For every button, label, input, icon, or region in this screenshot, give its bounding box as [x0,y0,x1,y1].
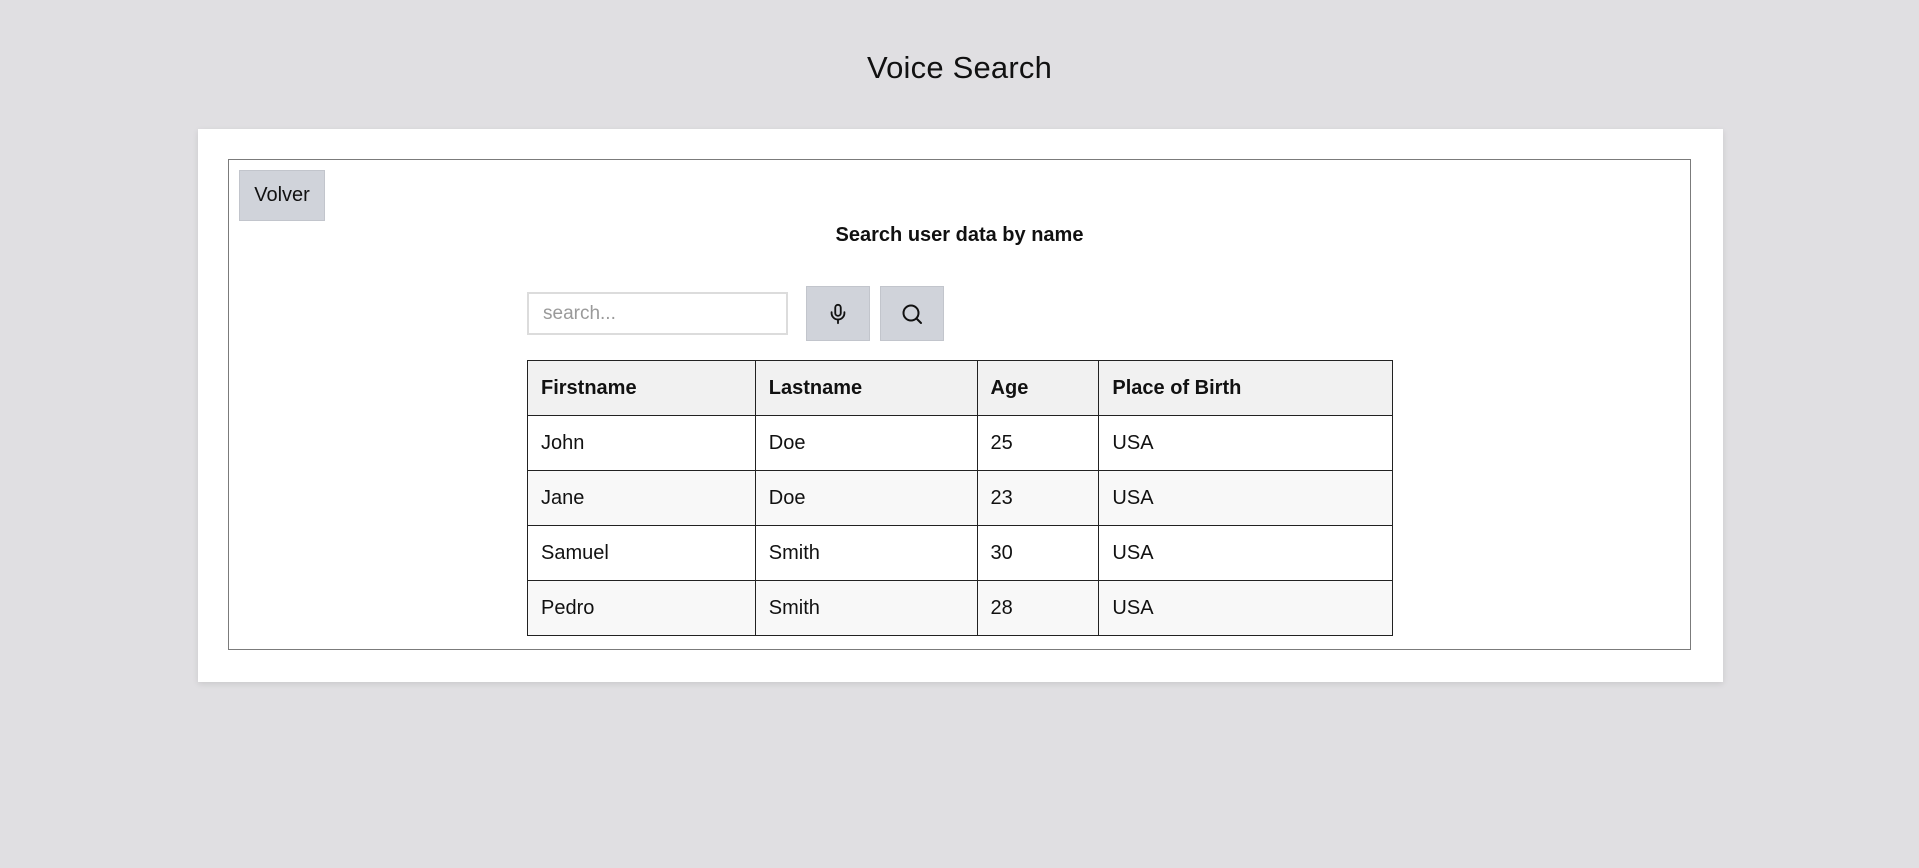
cell-place-of-birth: USA [1098,580,1393,636]
cell-place-of-birth: USA [1098,415,1393,471]
cell-age: 25 [976,415,1100,471]
table-row: Samuel Smith 30 USA [527,525,1393,581]
search-button[interactable] [880,286,944,341]
column-header-place-of-birth: Place of Birth [1098,360,1393,416]
back-button[interactable]: Volver [239,170,325,221]
table-row: John Doe 25 USA [527,415,1393,471]
cell-firstname: John [527,415,756,471]
cell-place-of-birth: USA [1098,525,1393,581]
cell-place-of-birth: USA [1098,470,1393,526]
cell-lastname: Smith [754,525,978,581]
column-header-age: Age [976,360,1100,416]
voice-search-button[interactable] [806,286,870,341]
search-panel: Volver Search user data by name search..… [228,159,1691,650]
cell-age: 28 [976,580,1100,636]
cell-lastname: Smith [754,580,978,636]
microphone-icon [827,302,849,326]
cell-lastname: Doe [754,415,978,471]
page-title: Voice Search [866,50,1053,85]
panel-subtitle: Search user data by name [835,224,1084,246]
column-header-firstname: Firstname [527,360,756,416]
cell-firstname: Jane [527,470,756,526]
search-icon [900,302,924,326]
column-header-lastname: Lastname [754,360,978,416]
cell-age: 30 [976,525,1100,581]
cell-firstname: Samuel [527,525,756,581]
table-header-row: Firstname Lastname Age Place of Birth [527,360,1393,416]
search-input[interactable] [527,292,788,335]
table-row: Jane Doe 23 USA [527,470,1393,526]
main-card: Volver Search user data by name search..… [198,129,1723,682]
cell-firstname: Pedro [527,580,756,636]
table-row: Pedro Smith 28 USA [527,580,1393,636]
cell-age: 23 [976,470,1100,526]
cell-lastname: Doe [754,470,978,526]
user-data-table: Firstname Lastname Age Place of Birth Jo… [527,360,1393,636]
